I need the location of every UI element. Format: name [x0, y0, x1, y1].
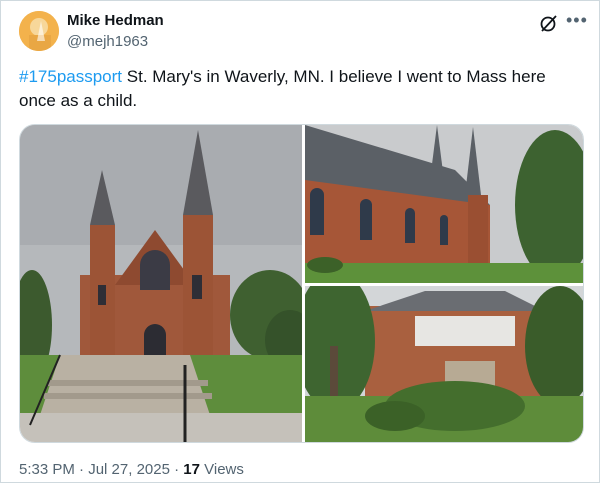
- separator: ·: [169, 461, 184, 478]
- avatar-image: [19, 11, 59, 51]
- post-date[interactable]: Jul 27, 2025: [88, 461, 170, 478]
- church-sign-garden-photo[interactable]: [305, 286, 583, 442]
- church-side-photo[interactable]: [305, 125, 583, 283]
- tweet-card: Mike Hedman @mejh1963 ••• #175passport S…: [0, 0, 600, 483]
- views-label: Views: [199, 461, 244, 478]
- grok-icon[interactable]: [539, 13, 559, 33]
- hashtag-link[interactable]: #175passport: [19, 67, 122, 86]
- tweet-text: #175passport St. Mary's in Waverly, MN. …: [19, 65, 579, 113]
- views-count: 17: [183, 461, 200, 478]
- author-handle[interactable]: @mejh1963: [67, 33, 148, 50]
- separator: ·: [74, 461, 89, 478]
- tweet-meta: 5:33 PM · Jul 27, 2025 · 17 Views: [19, 461, 244, 478]
- avatar[interactable]: [19, 11, 59, 51]
- church-front-photo[interactable]: [20, 125, 302, 442]
- author-display-name[interactable]: Mike Hedman: [67, 12, 164, 29]
- more-icon[interactable]: •••: [566, 10, 588, 31]
- post-time[interactable]: 5:33 PM: [19, 461, 75, 478]
- media-grid: [19, 124, 584, 443]
